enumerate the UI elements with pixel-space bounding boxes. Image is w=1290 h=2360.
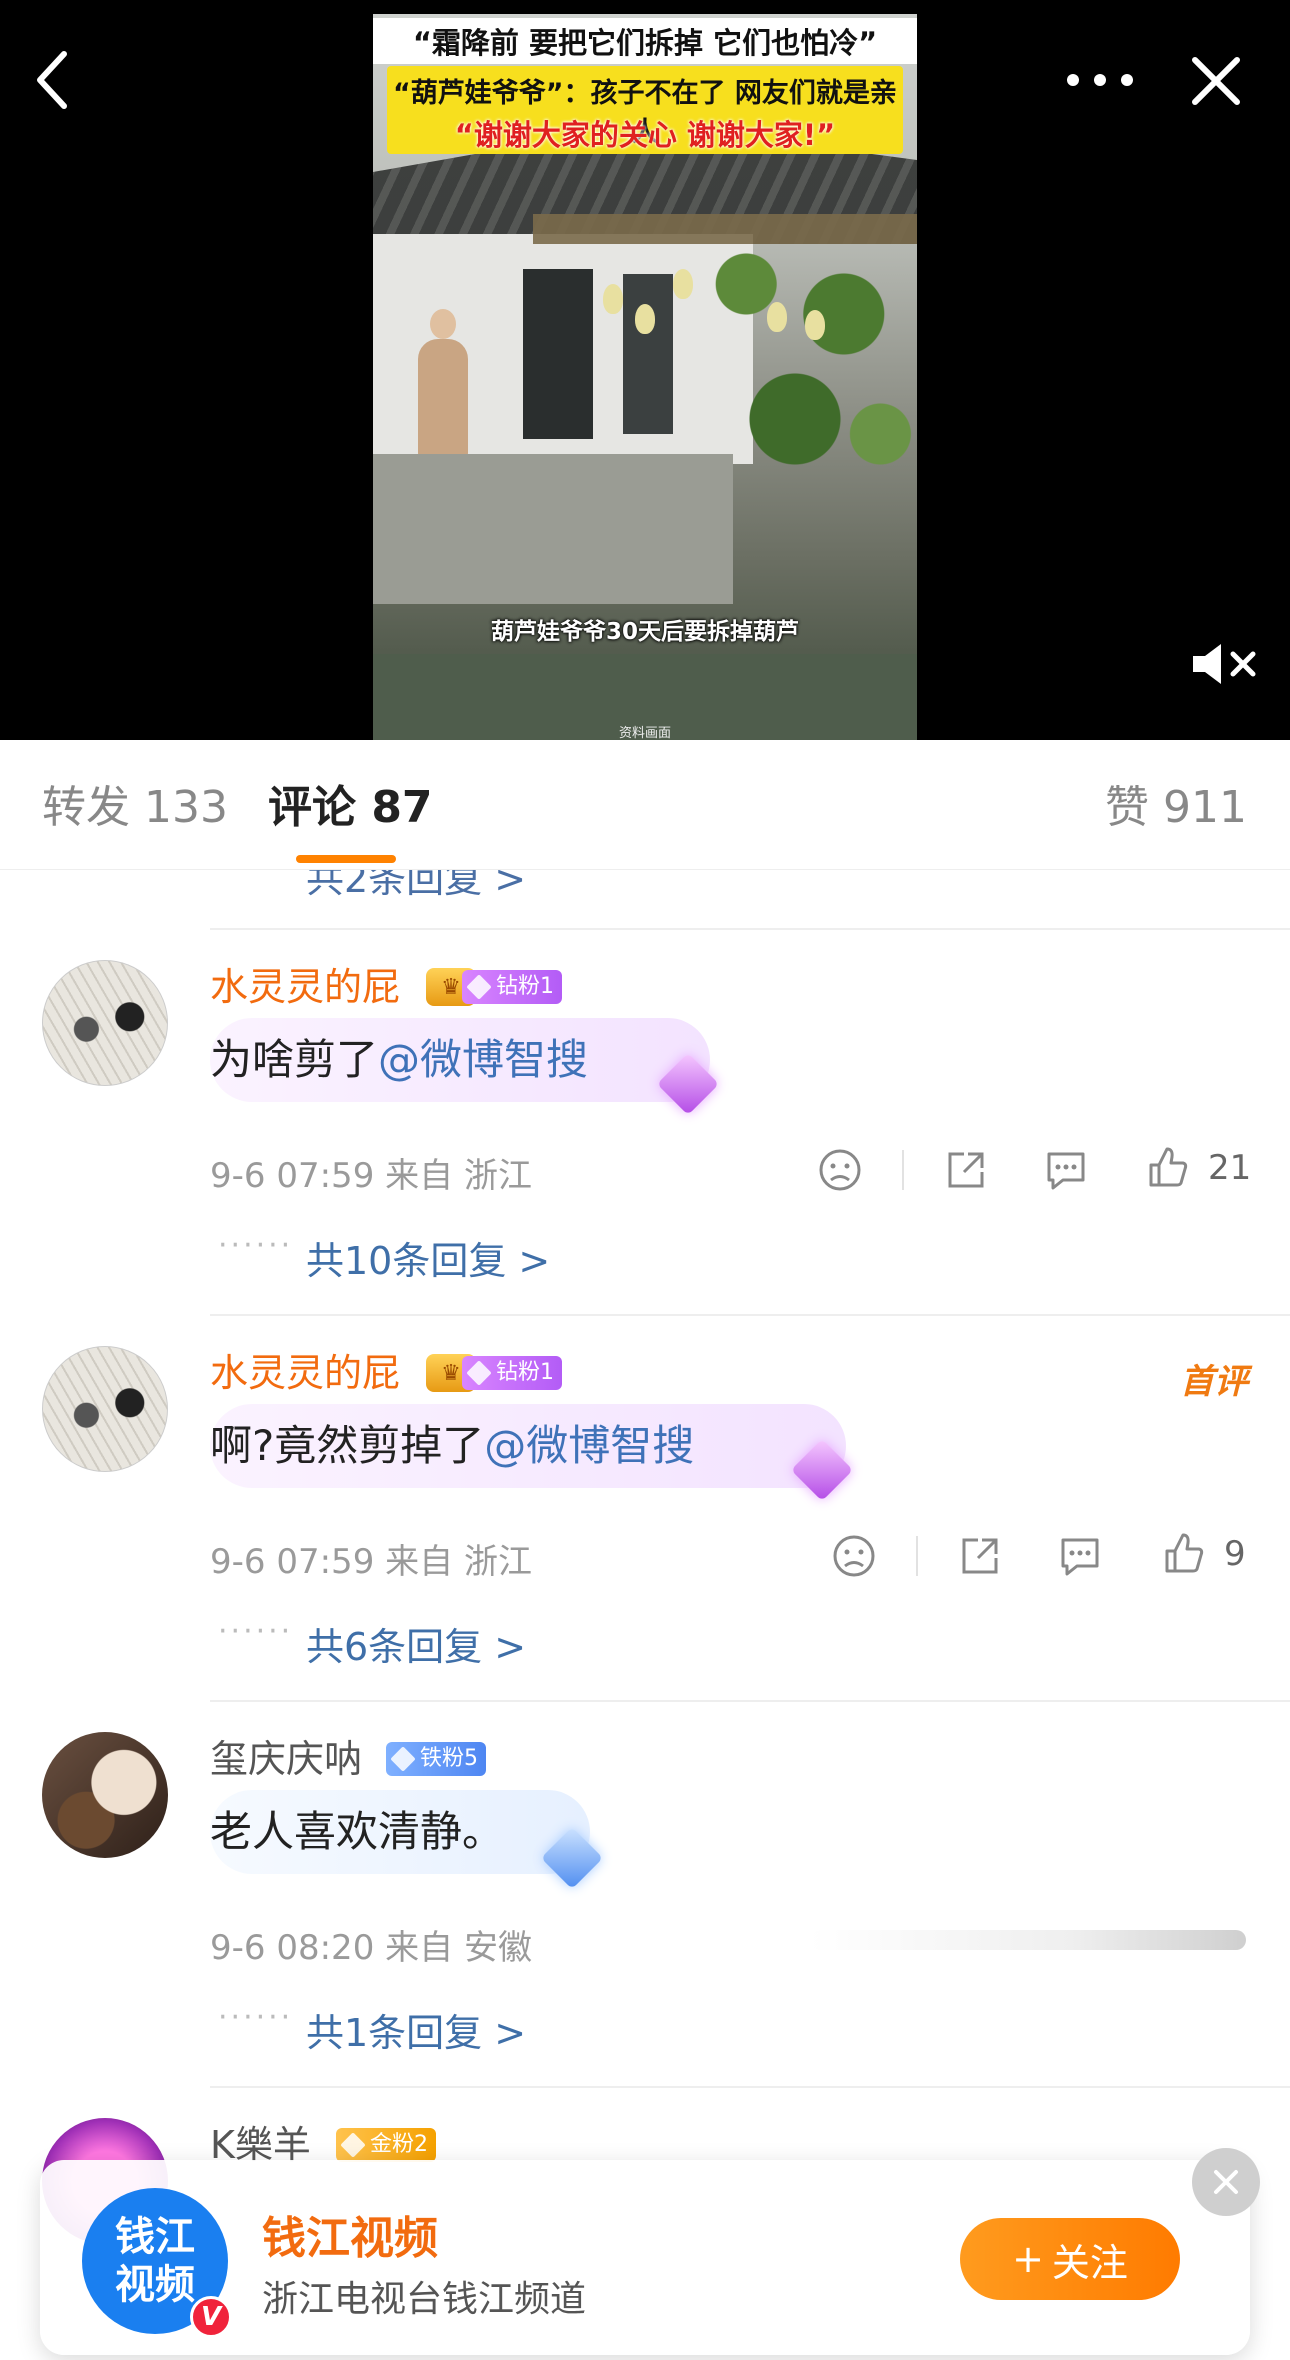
- comment-meta: 9-6 08:20 来自 安徽: [210, 1920, 532, 1969]
- channel-description: 浙江电视台钱江频道: [262, 2279, 587, 2320]
- view-replies-link[interactable]: 共6条回复 >: [306, 1616, 526, 1671]
- divider: [210, 2086, 1290, 2088]
- speaker-muted-icon[interactable]: [1188, 636, 1260, 692]
- comment-meta: 9-6 07:59 来自 浙江: [210, 1534, 532, 1583]
- divider: [916, 1536, 918, 1576]
- comment-time: 9-6 07:59: [210, 1156, 375, 1196]
- logo-text: 视频: [115, 2262, 195, 2308]
- gem-icon: [466, 974, 492, 1000]
- tab-likes[interactable]: 赞 911: [1105, 780, 1247, 836]
- reply-comment-icon[interactable]: [1052, 1528, 1108, 1584]
- video-caption-3: “谢谢大家的关心 谢谢大家!”: [454, 118, 836, 152]
- video-source-note: 资料画面: [618, 726, 671, 740]
- comment-time: 9-6 07:59: [210, 1542, 375, 1582]
- scene-gourd: [603, 284, 623, 314]
- fan-badge[interactable]: 金粉2: [336, 2128, 436, 2162]
- view-replies-link[interactable]: 共1条回复 >: [306, 2002, 526, 2057]
- fan-badge[interactable]: 钻粉1: [462, 1356, 562, 1390]
- thread-dots: ······: [218, 2000, 294, 2035]
- video-player[interactable]: “霜降前 要把它们拆掉 它们也怕冷” “葫芦娃爷爷”：孩子不在了 网友们就是亲人…: [0, 0, 1290, 740]
- like-thumb-icon[interactable]: [1156, 1526, 1212, 1582]
- share-icon[interactable]: [938, 1142, 994, 1198]
- scene-person: [418, 309, 468, 459]
- comment-meta: 9-6 07:59 来自 浙江: [210, 1148, 532, 1197]
- channel-logo[interactable]: 钱江 视频 V: [82, 2188, 232, 2338]
- gem-icon: [340, 2132, 366, 2158]
- fan-badge[interactable]: 钻粉1: [462, 970, 562, 1004]
- video-caption-1: “霜降前 要把它们拆掉 它们也怕冷”: [373, 18, 917, 64]
- scene-ledge: [373, 454, 733, 604]
- fan-badge-label: 钻粉1: [496, 974, 554, 999]
- reply-comment-icon[interactable]: [1038, 1142, 1094, 1198]
- active-tab-indicator: [296, 855, 396, 863]
- comment-location: 来自 浙江: [385, 1542, 532, 1582]
- avatar[interactable]: [42, 960, 168, 1086]
- gem-icon: [466, 1360, 492, 1386]
- mention-link[interactable]: @微博智搜: [484, 1421, 694, 1470]
- comment-location: 来自 浙江: [385, 1156, 532, 1196]
- logo-text: 钱江: [115, 2214, 195, 2260]
- more-dots-icon[interactable]: [1060, 50, 1140, 110]
- video-frame[interactable]: “霜降前 要把它们拆掉 它们也怕冷” “葫芦娃爷爷”：孩子不在了 网友们就是亲人…: [373, 14, 917, 740]
- like-thumb-icon[interactable]: [1140, 1140, 1196, 1196]
- mention-link[interactable]: @微博智搜: [378, 1035, 588, 1084]
- scene-leaves: [673, 194, 917, 494]
- fan-badge-label: 铁粉5: [420, 1746, 478, 1771]
- channel-name[interactable]: 钱江视频: [262, 2202, 438, 2266]
- comment-location: 来自 安徽: [385, 1928, 532, 1968]
- plus-icon: +: [1012, 2237, 1044, 2281]
- view-replies-link[interactable]: 共10条回复 >: [306, 1230, 550, 1285]
- fan-badge-label: 钻粉1: [496, 1360, 554, 1385]
- close-icon[interactable]: [1192, 2148, 1260, 2216]
- loading-placeholder: [810, 1930, 1246, 1950]
- close-icon[interactable]: [1180, 45, 1252, 117]
- like-count: 9: [1224, 1534, 1246, 1574]
- comment-body: 为啥剪了: [210, 1035, 379, 1084]
- comment-text: 为啥剪了@微博智搜: [210, 1032, 588, 1088]
- comment-time: 9-6 08:20: [210, 1928, 375, 1968]
- scene-gourd: [635, 304, 655, 334]
- chevron-left-icon[interactable]: [20, 40, 84, 120]
- scene-gourd: [767, 302, 787, 332]
- follow-label: 关注: [1051, 2240, 1128, 2285]
- follow-button[interactable]: + 关注: [960, 2218, 1180, 2300]
- comment-list[interactable]: 共2条回复 > 水灵灵的屁 ♛ 钻粉1 为啥剪了@微博智搜 9-6 07:59 …: [0, 870, 1290, 2360]
- avatar[interactable]: [42, 1732, 168, 1858]
- comment-text: 老人喜欢清静。: [210, 1807, 505, 1856]
- divider: [210, 1314, 1290, 1316]
- avatar[interactable]: [42, 1346, 168, 1472]
- comment-text: 啊?竟然剪掉了@微博智搜: [210, 1418, 694, 1474]
- tab-bar: 转发 133 评论 87 赞 911: [0, 740, 1290, 870]
- fan-badge[interactable]: 铁粉5: [386, 1742, 486, 1776]
- dislike-icon[interactable]: [826, 1528, 882, 1584]
- divider: [902, 1150, 904, 1190]
- tab-repost[interactable]: 转发 133: [42, 780, 228, 836]
- follow-card[interactable]: 钱江 视频 V 钱江视频 浙江电视台钱江频道 + 关注: [40, 2148, 1260, 2355]
- scene-gourd: [805, 310, 825, 340]
- gem-icon: [390, 1746, 416, 1772]
- video-subtitle: 葫芦娃爷爷30天后要拆掉葫芦: [490, 619, 799, 645]
- dislike-icon[interactable]: [812, 1142, 868, 1198]
- divider: [210, 1700, 1290, 1702]
- divider: [210, 928, 1290, 930]
- first-comment-tag: 首评: [1180, 1362, 1248, 1402]
- comment-username[interactable]: 水灵灵的屁: [210, 1350, 400, 1396]
- scene-door: [523, 269, 593, 439]
- scene-gourd: [673, 269, 693, 299]
- share-icon[interactable]: [952, 1528, 1008, 1584]
- comment-username[interactable]: 玺庆庆呐: [210, 1736, 362, 1782]
- thread-dots: ······: [218, 1614, 294, 1649]
- fan-badge-label: 金粉2: [370, 2132, 428, 2157]
- comment-username[interactable]: 水灵灵的屁: [210, 964, 400, 1010]
- comment-body: 啊?竟然剪掉了: [210, 1421, 485, 1470]
- verified-icon: V: [190, 2296, 232, 2338]
- scene-window: [623, 274, 673, 434]
- like-count: 21: [1208, 1148, 1252, 1188]
- thread-dots: ······: [218, 1228, 294, 1263]
- tab-comments[interactable]: 评论 87: [268, 780, 433, 836]
- view-replies-link[interactable]: 共2条回复 >: [306, 870, 526, 903]
